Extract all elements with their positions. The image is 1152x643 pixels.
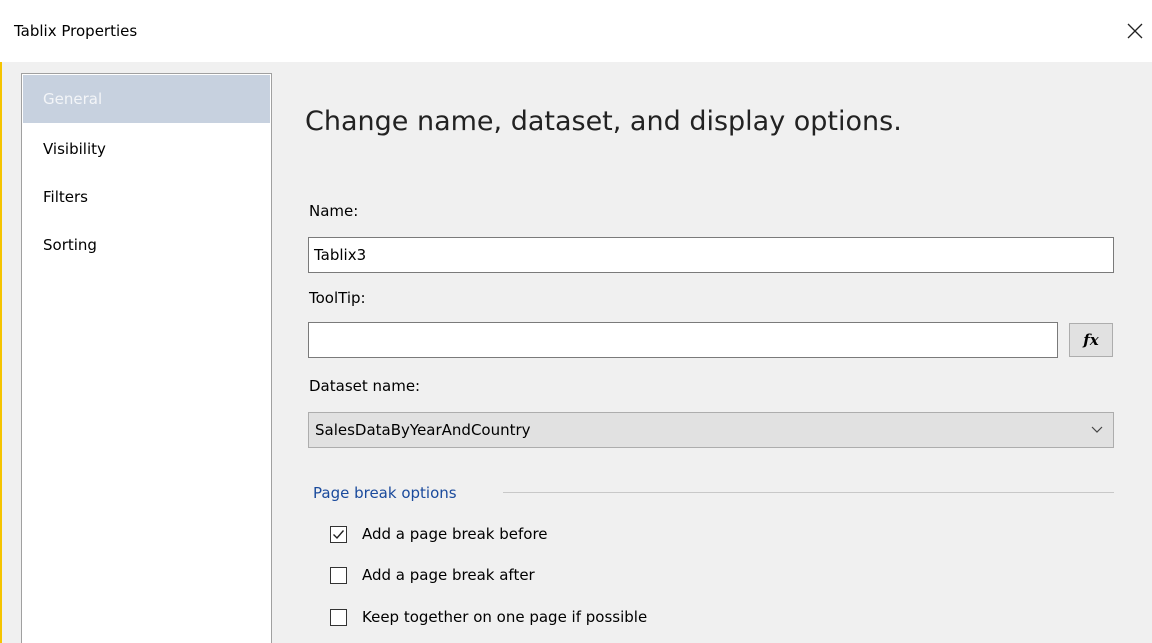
page-break-group-label: Page break options xyxy=(313,484,457,502)
fx-icon: fx xyxy=(1083,331,1099,349)
sidebar-nav: General Visibility Filters Sorting xyxy=(21,73,272,643)
checkbox[interactable] xyxy=(330,525,347,543)
checkbox[interactable] xyxy=(330,608,347,626)
page-heading: Change name, dataset, and display option… xyxy=(305,106,902,137)
keep-together-option[interactable]: Keep together on one page if possible xyxy=(330,606,647,628)
group-divider xyxy=(503,492,1114,493)
sidebar-item-label: General xyxy=(43,90,103,108)
checkbox-label: Keep together on one page if possible xyxy=(362,608,648,626)
checkbox-label: Add a page break after xyxy=(362,566,535,584)
page-break-after-option[interactable]: Add a page break after xyxy=(330,564,535,586)
sidebar-item-label: Filters xyxy=(43,188,88,206)
title-bar: Tablix Properties xyxy=(0,0,1152,62)
checkbox[interactable] xyxy=(330,566,347,584)
window-accent-border xyxy=(0,0,2,643)
name-input[interactable]: Tablix3 xyxy=(308,237,1114,273)
checkbox-label: Add a page break before xyxy=(362,525,548,543)
tooltip-input[interactable] xyxy=(308,322,1058,358)
dataset-dropdown[interactable]: SalesDataByYearAndCountry xyxy=(308,412,1114,448)
close-button[interactable] xyxy=(1118,14,1152,48)
chevron-down-icon xyxy=(1091,426,1103,433)
sidebar-item-label: Sorting xyxy=(43,236,97,254)
close-icon xyxy=(1127,23,1143,39)
expression-button[interactable]: fx xyxy=(1069,323,1113,357)
tooltip-label: ToolTip: xyxy=(309,289,366,307)
sidebar-item-label: Visibility xyxy=(43,140,106,158)
checkmark-icon xyxy=(333,529,345,539)
sidebar-item-general[interactable]: General xyxy=(23,75,270,123)
dataset-label: Dataset name: xyxy=(309,377,421,395)
name-label: Name: xyxy=(309,202,359,220)
page-break-before-option[interactable]: Add a page break before xyxy=(330,523,548,545)
sidebar-item-visibility[interactable]: Visibility xyxy=(23,125,270,173)
window-title: Tablix Properties xyxy=(14,22,138,40)
tablix-properties-dialog: Tablix Properties General Visibility Fil… xyxy=(0,0,1152,643)
sidebar-item-filters[interactable]: Filters xyxy=(23,173,270,221)
dataset-selected-value: SalesDataByYearAndCountry xyxy=(315,421,531,439)
sidebar-item-sorting[interactable]: Sorting xyxy=(23,221,270,269)
